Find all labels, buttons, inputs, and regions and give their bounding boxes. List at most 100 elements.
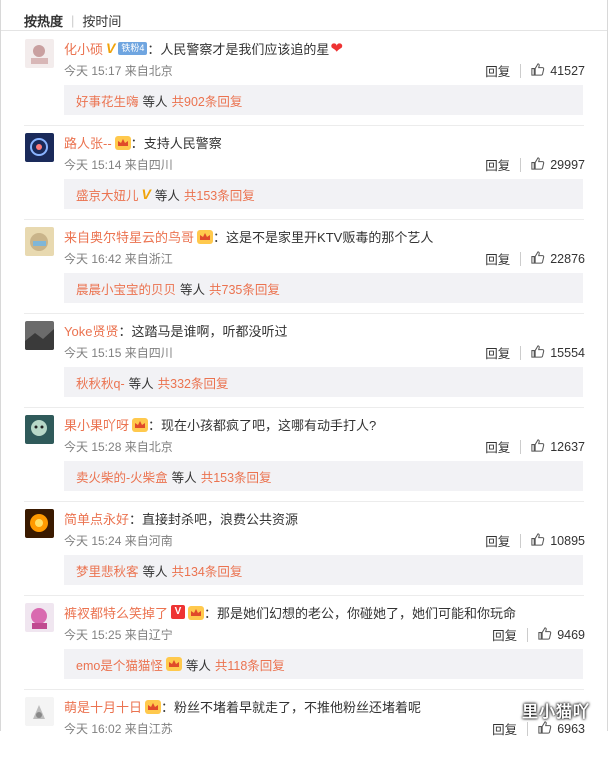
avatar[interactable] <box>25 39 54 68</box>
sub-reply-user[interactable]: emo是个猫猫怪 <box>76 655 163 674</box>
sub-reply-box[interactable]: 盛京大妞儿 V 等人 共153条回复 <box>64 179 583 209</box>
sub-reply-count-link[interactable]: 共332条回复 <box>158 373 229 392</box>
heart-icon: ❤ <box>330 40 343 57</box>
username-link[interactable]: 来自奥尔特星云的鸟哥 <box>64 227 194 246</box>
like-count[interactable]: 12637 <box>550 440 585 454</box>
comment-location: 来自辽宁 <box>124 628 173 642</box>
thumbs-up-icon[interactable] <box>530 344 550 362</box>
comment-line: 萌是十月十日 ：粉丝不堵着早就走了，不推他粉丝还堵着呢 <box>64 696 594 716</box>
avatar[interactable] <box>25 321 54 350</box>
comment-item: 路人张-- ：支持人民警察 今天 15:14 来自四川 回复 29997 盛京大妞儿 V 等人… <box>1 126 607 220</box>
username-link[interactable]: 化小硕 <box>64 39 103 58</box>
like-count[interactable]: 41527 <box>550 64 585 78</box>
avatar[interactable] <box>25 509 54 538</box>
avatar[interactable] <box>25 227 54 256</box>
like-count[interactable]: 10895 <box>550 534 585 548</box>
reply-button[interactable]: 回复 <box>485 249 510 268</box>
username-link[interactable]: 简单点永好 <box>64 509 129 528</box>
crown-badge-icon <box>142 698 162 714</box>
username-link[interactable]: Yoke贤贤 <box>64 321 118 340</box>
reply-button[interactable]: 回复 <box>485 61 510 80</box>
sub-reply-box[interactable]: 秋秋秋q- 等人 共332条回复 <box>64 367 583 397</box>
fan-level-badge: 铁粉4 <box>118 41 148 55</box>
thumbs-up-icon[interactable] <box>530 62 550 80</box>
sub-reply-count-link[interactable]: 共153条回复 <box>184 185 255 204</box>
like-count[interactable]: 29997 <box>550 158 585 172</box>
comment-actions: 回复 10895 <box>485 531 585 550</box>
username-link[interactable]: 裤衩都特么笑掉了 <box>64 603 168 622</box>
comment-text: 粉丝不堵着早就走了，不推他粉丝还堵着呢 <box>174 699 422 715</box>
avatar[interactable] <box>25 697 54 726</box>
sub-reply-box[interactable]: 卖火柴的-火柴盒 等人 共153条回复 <box>64 461 583 491</box>
sub-reply-suffix: 等人 <box>180 282 206 297</box>
sort-by-time-tab[interactable]: 按时间 <box>82 11 121 30</box>
comment-date: 今天 15:25 <box>64 628 122 642</box>
comment-date: 今天 15:24 <box>64 534 122 548</box>
thumbs-up-icon[interactable] <box>530 438 550 456</box>
thumbs-up-icon[interactable] <box>537 626 557 644</box>
thumbs-up-icon[interactable] <box>530 250 550 268</box>
thumbs-up-icon[interactable] <box>537 720 557 738</box>
comment-item: 萌是十月十日 ：粉丝不堵着早就走了，不推他粉丝还堵着呢 今天 16:02 来自江苏 回… <box>1 690 607 784</box>
comment-line: 果小果吖呀 ：现在小孩都疯了吧，这哪有动手打人? <box>64 414 594 434</box>
sub-reply-box[interactable]: 晨晨小宝宝的贝贝 等人 共735条回复 <box>64 273 583 303</box>
thumbs-up-icon[interactable] <box>530 532 550 550</box>
divider <box>1 30 607 31</box>
action-separator <box>520 533 522 548</box>
sub-reply-count-link[interactable]: 共735条回复 <box>209 279 280 298</box>
username-link[interactable]: 路人张-- <box>64 133 112 152</box>
sub-reply-count-link[interactable]: 共134条回复 <box>172 561 243 580</box>
comment-meta: 今天 16:42 来自浙江 <box>64 250 173 267</box>
like-count[interactable]: 22876 <box>550 252 585 266</box>
comment-colon: ： <box>204 605 218 621</box>
sub-reply-user[interactable]: 梦里悲秋客 <box>76 561 139 580</box>
reply-button[interactable]: 回复 <box>485 343 510 362</box>
crown-badge-icon <box>112 134 131 150</box>
reply-button[interactable]: 回复 <box>485 531 510 550</box>
username-link[interactable]: 萌是十月十日 <box>64 697 142 716</box>
sub-reply-user[interactable]: 秋秋秋q- <box>76 373 125 392</box>
like-count[interactable]: 15554 <box>550 346 585 360</box>
reply-button[interactable]: 回复 <box>485 155 510 174</box>
reply-button[interactable]: 回复 <box>485 437 510 456</box>
comment-item: 来自奥尔特星云的鸟哥 ：这是不是家里开KTV贩毒的那个艺人今天 16:42 来自浙… <box>1 220 607 314</box>
comment-location: 来自四川 <box>124 346 173 360</box>
sub-reply-box[interactable]: emo是个猫猫怪 等人 共118条回复 <box>64 649 583 679</box>
sort-by-hot-tab[interactable]: 按热度 <box>24 11 63 30</box>
sub-reply-count-link[interactable]: 共118条回复 <box>215 655 285 674</box>
comment-line: Yoke贤贤：这踏马是谁啊，听都没听过 <box>64 320 594 340</box>
comment-colon: ： <box>129 511 143 527</box>
avatar[interactable] <box>25 415 54 444</box>
crown-badge-icon <box>194 228 214 244</box>
action-separator <box>520 439 522 454</box>
like-count[interactable]: 6963 <box>557 722 585 736</box>
action-separator <box>520 63 522 78</box>
comment-line: 来自奥尔特星云的鸟哥 ：这是不是家里开KTV贩毒的那个艺人 <box>64 226 594 246</box>
vip-v-icon: V <box>106 40 116 56</box>
sub-reply-user[interactable]: 卖火柴的-火柴盒 <box>76 467 168 486</box>
action-separator <box>527 627 529 642</box>
sub-reply-suffix: 等人 <box>142 94 168 109</box>
avatar[interactable] <box>25 603 54 632</box>
sub-reply-user[interactable]: 好事花生嗨 <box>76 91 139 110</box>
sub-reply-box[interactable]: 梦里悲秋客 等人 共134条回复 <box>64 555 583 585</box>
reply-button[interactable]: 回复 <box>492 719 517 738</box>
reply-button[interactable]: 回复 <box>492 625 517 644</box>
sub-reply-count-link[interactable]: 共902条回复 <box>172 91 243 110</box>
comment-colon: ： <box>213 229 227 245</box>
thumbs-up-icon[interactable] <box>530 156 550 174</box>
sub-reply-box[interactable]: 好事花生嗨 等人 共902条回复 <box>64 85 583 115</box>
sub-reply-count-link[interactable]: 共153条回复 <box>201 467 272 486</box>
comment-actions: 回复 41527 <box>485 61 585 80</box>
comment-colon: ： <box>148 417 162 433</box>
sub-reply-user[interactable]: 晨晨小宝宝的贝贝 <box>76 279 176 298</box>
comment-location: 来自北京 <box>124 64 173 78</box>
avatar[interactable] <box>25 133 54 162</box>
comment-text: 那是她们幻想的老公，你碰她了，她们可能和你玩命 <box>217 605 517 621</box>
comment-meta: 今天 15:24 来自河南 <box>64 532 173 549</box>
username-link[interactable]: 果小果吖呀 <box>64 415 129 434</box>
comment-line: 简单点永好：直接封杀吧，浪费公共资源 <box>64 508 594 528</box>
like-count[interactable]: 9469 <box>557 628 585 642</box>
comment-text: 这是不是家里开KTV贩毒的那个艺人 <box>226 229 434 245</box>
sub-reply-user[interactable]: 盛京大妞儿 <box>76 185 139 204</box>
